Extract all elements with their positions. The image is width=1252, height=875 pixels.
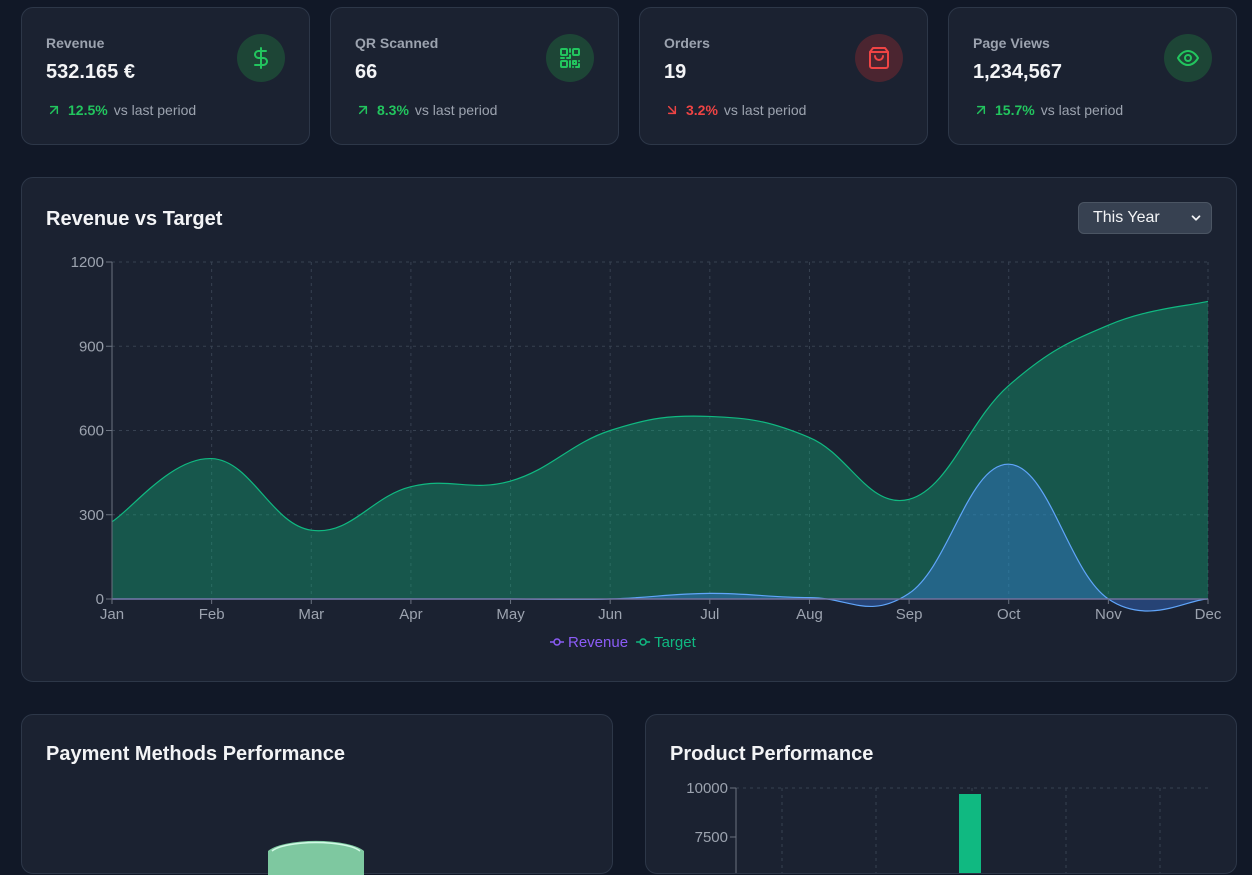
x-tick-label: Dec	[1195, 606, 1222, 623]
trend-down-icon	[667, 105, 677, 115]
stat-label: QR Scanned	[355, 35, 439, 51]
qr-code-icon	[546, 34, 594, 82]
y-tick-label: 900	[79, 338, 104, 355]
trend-value: 8.3%	[377, 102, 409, 118]
legend-marker	[553, 638, 561, 646]
x-tick-label: Feb	[199, 606, 225, 623]
y-tick-label: 1200	[71, 254, 104, 271]
x-tick-label: Jul	[700, 606, 719, 623]
y-tick-label: 7500	[695, 829, 728, 846]
stat-trend: 12.5% vs last period	[46, 102, 196, 118]
trend-value: 3.2%	[686, 102, 718, 118]
x-tick-label: Nov	[1095, 606, 1122, 623]
product-bar-chart: 7500 10000	[686, 780, 1208, 874]
x-tick-label: Jan	[100, 606, 124, 623]
stat-value: 66	[355, 61, 378, 83]
payment-methods-card: Payment Methods Performance	[21, 714, 613, 875]
revenue-target-chart: 03006009001200Jan Feb Mar Apr May Jun Jul Aug Se…	[71, 254, 1222, 651]
stat-value: 532.165 €	[46, 61, 135, 83]
stat-card-revenue: Revenue 532.165 € 12.5% vs last period	[21, 7, 310, 145]
stat-trend: 3.2% vs last period	[664, 102, 806, 118]
stat-card-page-views: Page Views 1,234,567 15.7% vs last perio…	[948, 7, 1237, 145]
trend-suffix: vs last period	[113, 102, 197, 118]
x-tick-label: May	[496, 606, 525, 623]
stat-value: 19	[664, 61, 687, 83]
revenue-chart-card: Revenue vs Target This Year 0 300 600 900 12…	[21, 177, 1237, 682]
trend-value: 12.5%	[68, 102, 108, 118]
y-tick-label: 600	[79, 423, 104, 440]
trend-value: 15.7%	[995, 102, 1035, 118]
dollar-icon	[237, 34, 285, 82]
stat-card-orders: Orders 19 3.2% vs last period	[639, 7, 928, 145]
legend-label: Revenue	[568, 634, 628, 651]
legend-marker	[639, 638, 647, 646]
trend-suffix: vs last period	[1040, 102, 1124, 118]
stat-label: Revenue	[46, 35, 105, 51]
stat-label: Page Views	[973, 35, 1050, 51]
legend-item-revenue[interactable]: Revenue	[550, 634, 628, 651]
y-tick-label: 10000	[686, 780, 728, 797]
trend-suffix: vs last period	[723, 102, 807, 118]
trend-up-icon	[976, 105, 986, 115]
x-tick-label: Mar	[298, 606, 324, 623]
x-tick-label: Oct	[997, 606, 1021, 623]
x-tick-label: Apr	[399, 606, 422, 623]
stat-value: 1,234,567	[973, 61, 1062, 83]
payment-pie-chart	[268, 840, 364, 875]
trend-up-icon	[358, 105, 368, 115]
x-tick-label: Jun	[598, 606, 622, 623]
eye-icon	[1164, 34, 1212, 82]
product-bar[interactable]	[959, 794, 981, 874]
legend-label: Target	[654, 634, 697, 651]
chart-legend: Revenue Target	[550, 634, 697, 651]
trend-up-icon	[49, 105, 59, 115]
stat-label: Orders	[664, 35, 710, 51]
y-tick-label: 300	[79, 507, 104, 524]
legend-item-target[interactable]: Target	[636, 634, 697, 651]
stat-card-qr-scanned: QR Scanned 66 8.3% vs last period	[330, 7, 619, 145]
stat-trend: 8.3% vs last period	[355, 102, 497, 118]
x-tick-label: Sep	[896, 606, 923, 623]
product-performance-card: Product Performance 7500 10000	[645, 714, 1237, 874]
x-tick-label: Aug	[796, 606, 823, 623]
trend-suffix: vs last period	[414, 102, 498, 118]
shopping-bag-icon	[855, 34, 903, 82]
stat-trend: 15.7% vs last period	[973, 102, 1123, 118]
